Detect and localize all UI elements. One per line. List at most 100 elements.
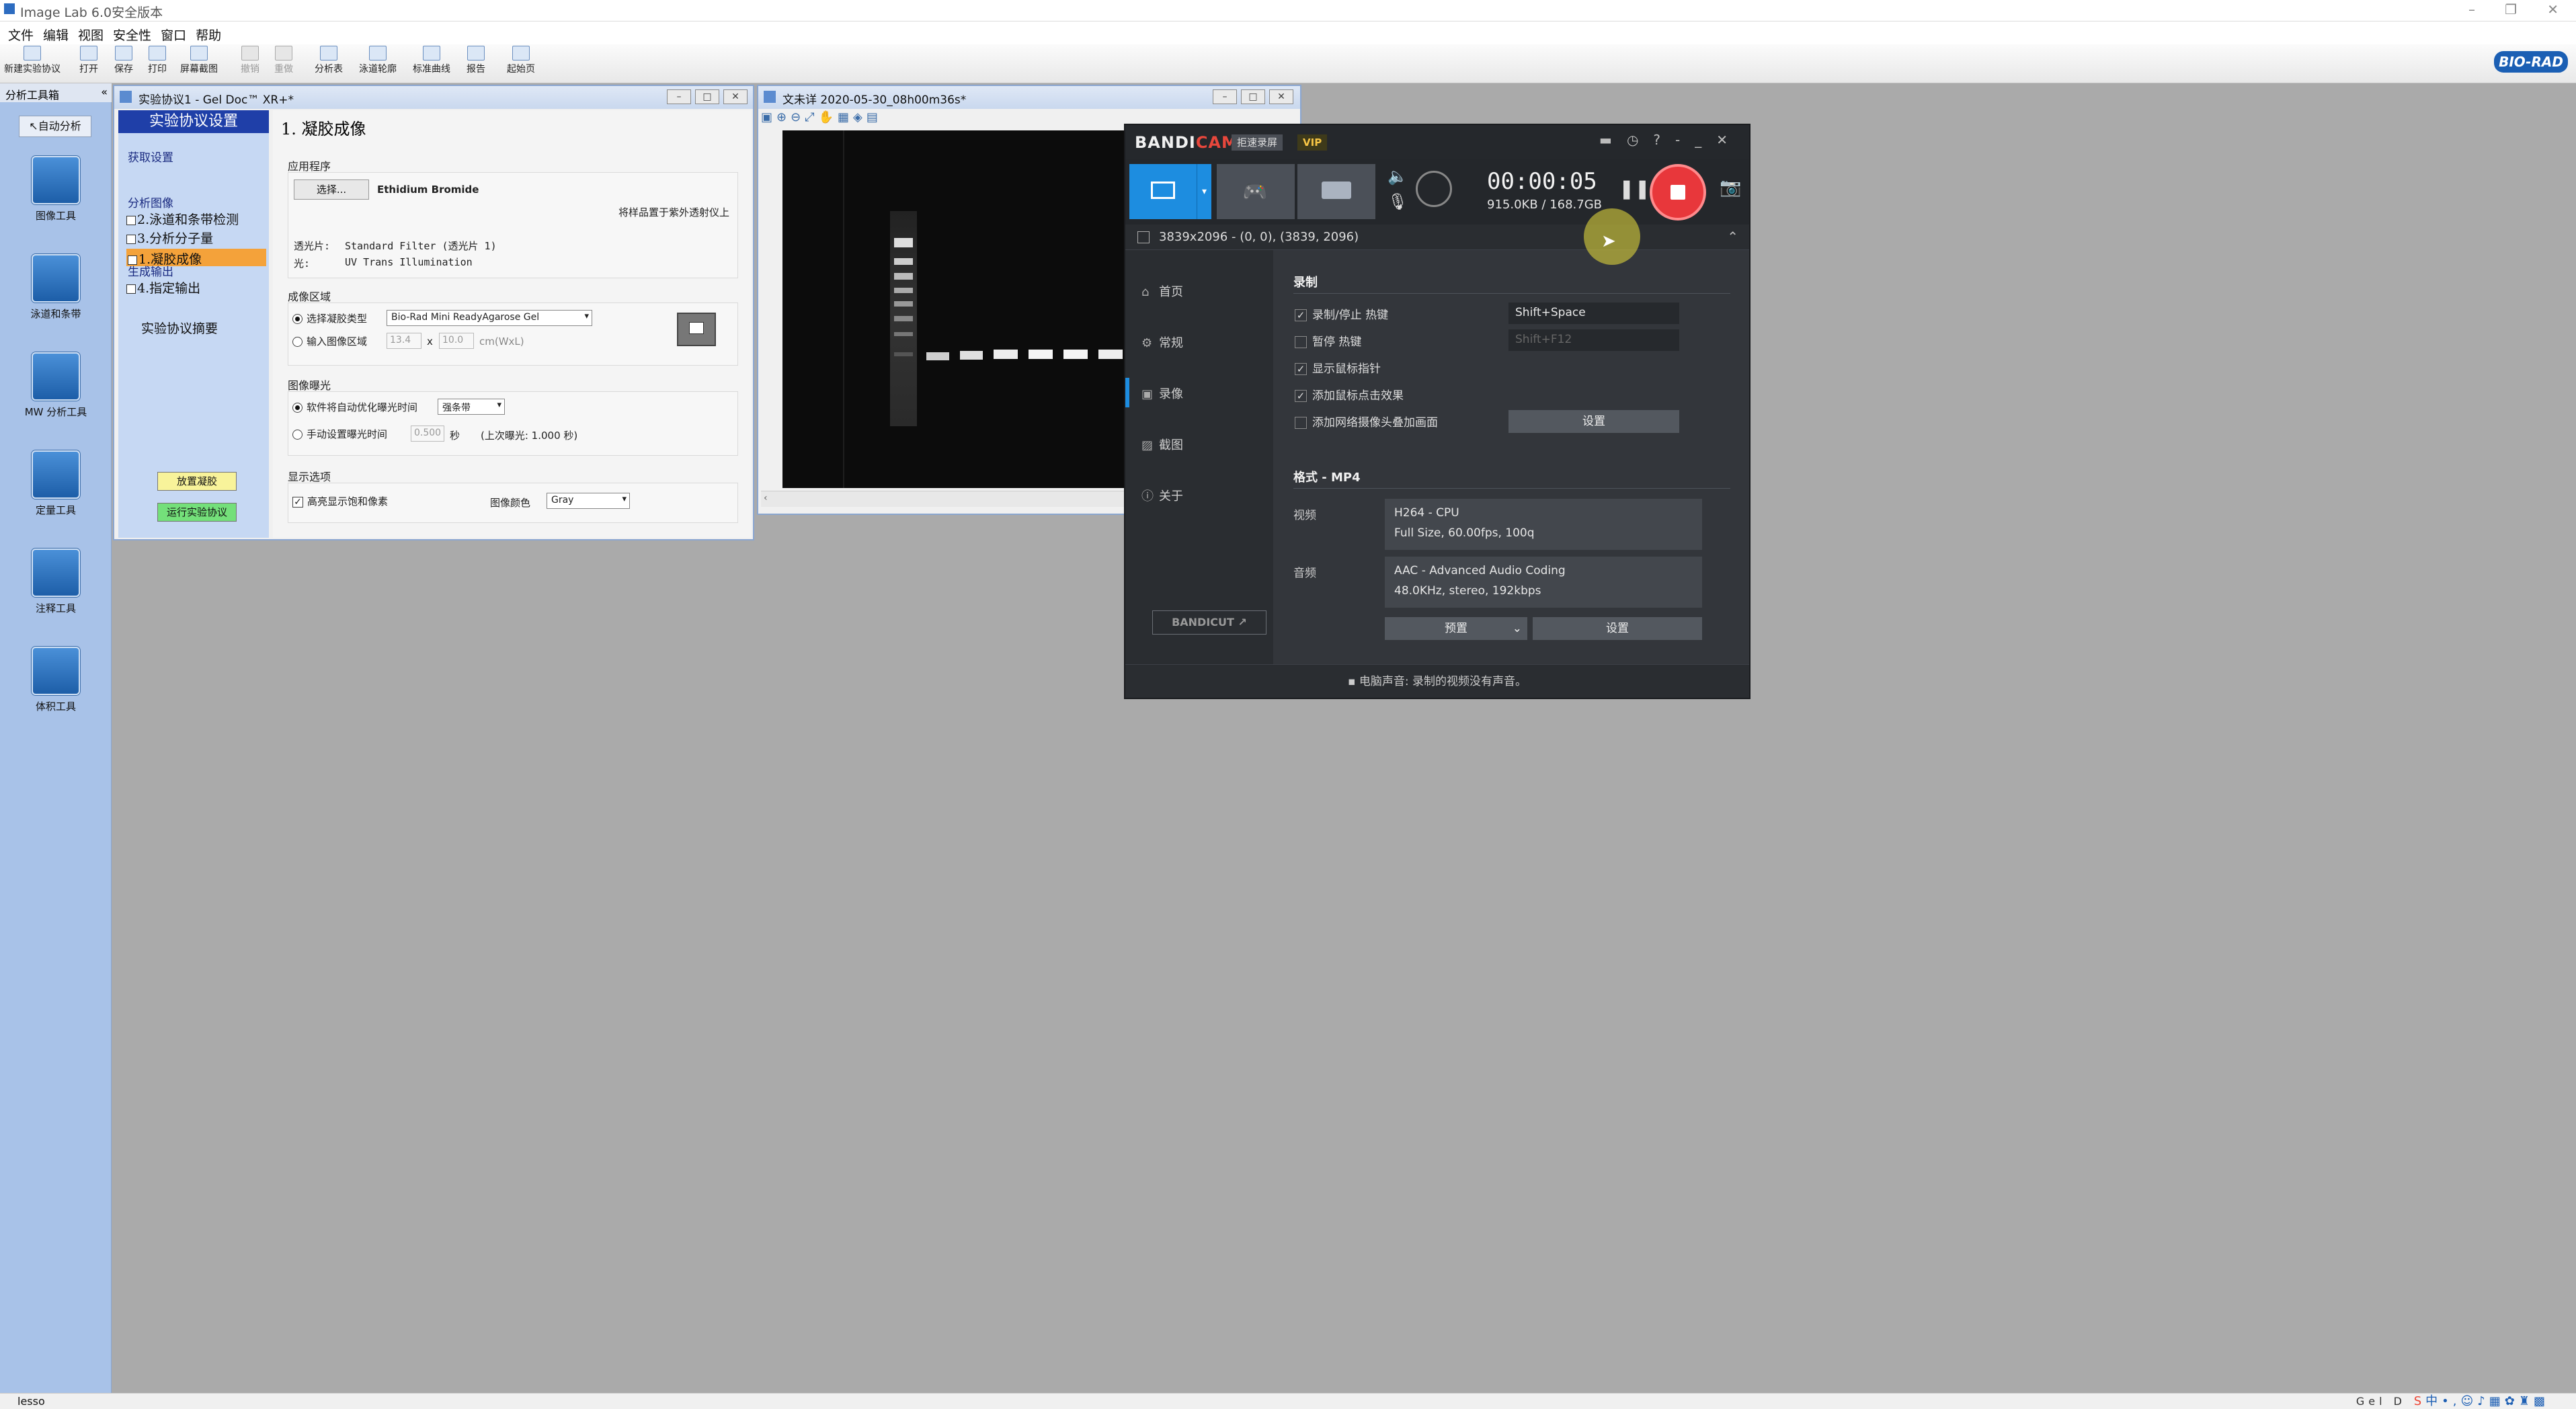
device-record-mode-button[interactable] bbox=[1297, 164, 1375, 219]
maximize-button[interactable]: □ bbox=[1241, 89, 1265, 104]
emoji-icon[interactable]: ☺ bbox=[2460, 1394, 2477, 1408]
step-molecular-weight[interactable]: 3.分析分子量 bbox=[126, 229, 213, 247]
mw-analysis-button[interactable]: MW 分析工具 bbox=[0, 352, 112, 419]
menu-edit[interactable]: 编辑 bbox=[40, 22, 75, 44]
place-gel-button[interactable]: 放置凝胶 bbox=[157, 472, 237, 491]
lane-profile-button[interactable]: 泳道轮廓 bbox=[359, 46, 397, 75]
audio-format-box[interactable]: AAC - Advanced Audio Coding 48.0KHz, ster… bbox=[1385, 557, 1702, 608]
open-button[interactable]: 打开 bbox=[79, 46, 98, 75]
auto-mode-select[interactable]: 强条带 bbox=[438, 399, 505, 415]
skin-icon[interactable]: ✿ bbox=[2505, 1394, 2519, 1408]
analysis-table-button[interactable]: 分析表 bbox=[315, 46, 343, 75]
minimize-icon[interactable]: – bbox=[2468, 1, 2475, 17]
gel-type-select[interactable]: Bio-Rad Mini ReadyAgarose Gel bbox=[387, 310, 592, 326]
menu-window[interactable]: 窗口 bbox=[158, 22, 193, 44]
volume-tools-button[interactable]: 体积工具 bbox=[0, 647, 112, 713]
menu-security[interactable]: 安全性 bbox=[110, 22, 158, 44]
area-width-input[interactable]: 13.4 bbox=[387, 333, 421, 349]
nav-screenshot[interactable]: ▨ 截图 bbox=[1141, 436, 1183, 453]
quantity-tools-button[interactable]: 定量工具 bbox=[0, 450, 112, 517]
ime-icon[interactable]: 中 bbox=[2425, 1394, 2442, 1408]
scroll-left-icon[interactable]: ‹ bbox=[764, 493, 768, 504]
area-height-input[interactable]: 10.0 bbox=[439, 333, 474, 349]
show-cursor-checkbox[interactable]: ✓ 显示鼠标指针 bbox=[1295, 359, 1381, 376]
speaker-icon[interactable]: 🔈 bbox=[1387, 167, 1408, 186]
undo-button[interactable]: 撤销 bbox=[241, 46, 259, 75]
info-icon[interactable]: ▤ bbox=[867, 110, 882, 124]
preset-dropdown-button[interactable]: 预置 ⌄ bbox=[1385, 617, 1527, 640]
save-button[interactable]: 保存 bbox=[114, 46, 133, 75]
fit-icon[interactable]: ▣ bbox=[761, 110, 776, 124]
color-icon[interactable]: ▦ bbox=[838, 110, 853, 124]
step-lane-detection[interactable]: 2.泳道和条带检测 bbox=[126, 210, 239, 228]
report-button[interactable]: 报告 bbox=[467, 46, 485, 75]
menu-icon[interactable]: - bbox=[1675, 132, 1695, 148]
region-checkbox[interactable] bbox=[1137, 231, 1150, 243]
close-button[interactable]: ✕ bbox=[1269, 89, 1293, 104]
webcam-icon[interactable] bbox=[1416, 171, 1452, 207]
exposure-time-input[interactable]: 0.500 bbox=[411, 426, 444, 442]
sogou-icon[interactable]: S bbox=[2414, 1394, 2425, 1408]
help-icon[interactable]: ? bbox=[1653, 132, 1675, 148]
image-color-select[interactable]: Gray bbox=[547, 493, 630, 509]
menu-file[interactable]: 文件 bbox=[5, 22, 40, 44]
start-page-button[interactable]: 起始页 bbox=[507, 46, 535, 75]
close-icon[interactable]: ✕ bbox=[1716, 132, 1742, 148]
webcam-overlay-checkbox[interactable]: 添加网络摄像头叠加画面 bbox=[1295, 413, 1438, 430]
gel-type-radio[interactable]: 选择凝胶类型 bbox=[292, 311, 367, 325]
collapse-icon[interactable]: « bbox=[101, 85, 108, 98]
highlight-saturated-checkbox[interactable]: ✓ 高亮显示饱和像素 bbox=[292, 494, 388, 508]
horizontal-scrollbar[interactable]: ‹ bbox=[761, 491, 1137, 507]
pause-button[interactable]: ❚❚ bbox=[1619, 177, 1650, 200]
clock-icon[interactable]: ◷ bbox=[1627, 132, 1653, 148]
click-effect-checkbox[interactable]: ✓ 添加鼠标点击效果 bbox=[1295, 386, 1404, 403]
menu-view[interactable]: 视图 bbox=[75, 22, 110, 44]
image-tools-button[interactable]: 图像工具 bbox=[0, 156, 112, 223]
format-settings-button[interactable]: 设置 bbox=[1533, 617, 1702, 640]
print-button[interactable]: 打印 bbox=[148, 46, 167, 75]
menu-help[interactable]: 帮助 bbox=[193, 22, 228, 44]
screen-record-mode-button[interactable] bbox=[1129, 164, 1197, 219]
chevron-up-icon[interactable]: ⌃ bbox=[1727, 229, 1738, 245]
folder-icon[interactable]: ▬ bbox=[1599, 132, 1627, 148]
gel-image[interactable] bbox=[782, 130, 1145, 488]
step-specify-output[interactable]: 4.指定输出 bbox=[126, 278, 200, 296]
redo-button[interactable]: 重做 bbox=[274, 46, 293, 75]
zoom-in-icon[interactable]: ⊕ bbox=[776, 110, 791, 124]
game-record-mode-button[interactable]: 🎮 bbox=[1217, 164, 1295, 219]
close-button[interactable]: ✕ bbox=[723, 89, 748, 104]
minimize-button[interactable]: – bbox=[1213, 89, 1237, 104]
standard-curve-button[interactable]: 标准曲线 bbox=[413, 46, 450, 75]
lanes-bands-button[interactable]: 泳道和条带 bbox=[0, 254, 112, 321]
new-protocol-button[interactable]: 新建实验协议 bbox=[4, 46, 61, 75]
keyboard-icon[interactable]: ▦ bbox=[2489, 1394, 2505, 1408]
mic-icon[interactable]: ♪ bbox=[2477, 1394, 2489, 1408]
minimize-icon[interactable]: _ bbox=[1695, 132, 1716, 148]
close-icon[interactable]: ✕ bbox=[2547, 1, 2559, 17]
image-area-radio[interactable]: 输入图像区域 bbox=[292, 334, 367, 348]
nav-general[interactable]: ⚙ 常规 bbox=[1141, 333, 1183, 351]
minimize-button[interactable]: – bbox=[667, 89, 691, 104]
transform-icon[interactable]: ◈ bbox=[853, 110, 867, 124]
microphone-icon[interactable]: 🎙 bbox=[1387, 192, 1408, 211]
nav-home[interactable]: ⌂ 首页 bbox=[1141, 282, 1183, 300]
grid-icon[interactable]: ▩ bbox=[2534, 1394, 2549, 1408]
zoom-out-icon[interactable]: ⊖ bbox=[791, 110, 805, 124]
maximize-button[interactable]: □ bbox=[695, 89, 719, 104]
nav-about[interactable]: ⓘ 关于 bbox=[1141, 487, 1183, 504]
shirt-icon[interactable]: ♜ bbox=[2519, 1394, 2534, 1408]
screen-mode-dropdown-icon[interactable]: ▾ bbox=[1197, 164, 1211, 219]
video-format-box[interactable]: H264 - CPU Full Size, 60.00fps, 100q bbox=[1385, 499, 1702, 550]
protocol-summary-link[interactable]: 实验协议摘要 bbox=[141, 319, 218, 337]
pause-hotkey-field[interactable]: Shift+F12 bbox=[1508, 329, 1679, 351]
nav-video[interactable]: ▣ 录像 bbox=[1141, 385, 1183, 402]
pan-icon[interactable]: ✋ bbox=[819, 110, 838, 124]
record-settings-button[interactable]: 设置 bbox=[1508, 410, 1679, 433]
annotation-tools-button[interactable]: 注释工具 bbox=[0, 549, 112, 615]
record-hotkey-field[interactable]: Shift+Space bbox=[1508, 303, 1679, 324]
auto-analyze-button[interactable]: ↖自动分析 bbox=[19, 116, 91, 137]
select-application-button[interactable]: 选择... bbox=[294, 179, 369, 200]
zoom-fit-icon[interactable]: ⤢ bbox=[805, 110, 818, 124]
auto-exposure-radio[interactable]: 软件将自动优化曝光时间 bbox=[292, 400, 417, 414]
run-protocol-button[interactable]: 运行实验协议 bbox=[157, 503, 237, 522]
